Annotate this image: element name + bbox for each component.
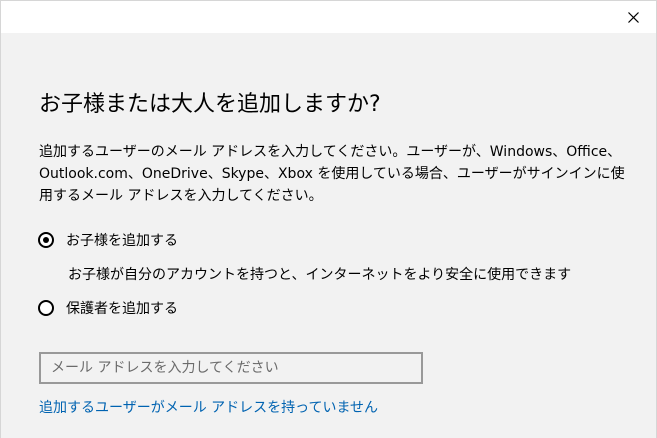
add-child-description: お子様が自分のアカウントを持つと、インターネットをより安全に使用できます	[68, 267, 572, 283]
add-child-radio[interactable]: お子様を追加する	[38, 230, 178, 250]
dialog-description: 追加するユーザーのメール アドレスを入力してください。ユーザーが、Windows…	[39, 144, 625, 204]
add-child-label: お子様を追加する	[66, 233, 178, 249]
dialog-heading: お子様または大人を追加しますか?	[39, 92, 381, 117]
close-icon	[627, 11, 639, 23]
add-adult-label: 保護者を追加する	[66, 301, 178, 317]
email-input[interactable]	[39, 352, 423, 384]
add-adult-radio[interactable]: 保護者を追加する	[38, 298, 178, 318]
radio-checked-icon[interactable]	[38, 232, 54, 248]
no-email-link[interactable]: 追加するユーザーがメール アドレスを持っていません	[39, 397, 378, 417]
add-user-dialog: お子様または大人を追加しますか? 追加するユーザーのメール アドレスを入力してく…	[0, 0, 657, 438]
radio-unchecked-icon[interactable]	[38, 300, 54, 316]
title-bar	[1, 1, 656, 33]
close-button[interactable]	[610, 1, 656, 33]
